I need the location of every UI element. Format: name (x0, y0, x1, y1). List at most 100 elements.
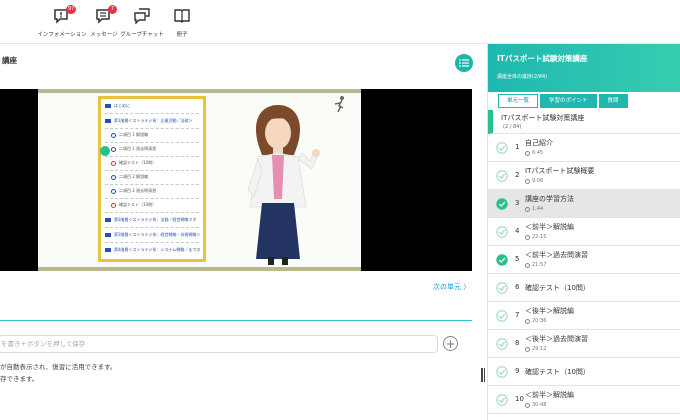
lesson-title: 確認テスト（10問） (525, 284, 590, 292)
check-icon (496, 282, 508, 294)
lesson-item[interactable]: 10 ＜前半＞解説編 30:48 (488, 386, 680, 414)
test-icon (111, 160, 116, 166)
slide-menu-item: 二項目 2 解説編 (111, 174, 148, 180)
check-icon (496, 310, 508, 322)
lesson-duration-value: 9:06 (532, 178, 544, 184)
lesson-item[interactable]: 4 ＜前半＞解説編 22:15 (488, 218, 680, 246)
divider (105, 113, 199, 114)
clock-icon (525, 178, 530, 184)
divider (105, 242, 199, 243)
divider (105, 184, 199, 185)
lesson-number: 8 (515, 339, 520, 347)
lesson-item[interactable]: 9 確認テスト（10問） (488, 358, 680, 386)
lesson-item[interactable]: 1 自己紹介 6:45 (488, 134, 680, 162)
plus-icon: + (445, 336, 456, 351)
memo-input[interactable]: を書き＋ボタンを押して保存 (0, 335, 438, 353)
memo-help-text: が自動表示され、復習に活用できます。 (0, 363, 117, 371)
clock-icon (525, 206, 530, 212)
tab-learning-points[interactable]: 学習のポイント (540, 94, 597, 108)
tab-questions[interactable]: 質問 (598, 94, 628, 108)
slide-top-bar (38, 89, 361, 93)
slide-menu-item: 第4階層＜ストラテジ系：システム戦略／までの (105, 247, 200, 253)
lesson-item[interactable]: 6 確認テスト（10問） (488, 274, 680, 302)
divider (105, 170, 199, 171)
lesson-title: ITパスポート試験概要 (525, 167, 595, 175)
section-header[interactable]: ITパスポート試験対策講座 (2 / 84) (488, 110, 680, 134)
slide-menu-item: 二項目 2 過去問演習 (111, 188, 156, 194)
check-icon (496, 338, 508, 350)
lesson-title: 自己紹介 (525, 139, 553, 147)
divider (105, 128, 199, 129)
section-count: (2 / 84) (503, 124, 522, 130)
section-title: ITパスポート試験対策講座 (501, 114, 585, 122)
panel-resize-handle[interactable] (480, 368, 486, 382)
toolbar-item-book[interactable]: 冊子 (150, 8, 214, 38)
lesson-item[interactable]: 8 ＜後半＞過去問演習 29:12 (488, 330, 680, 358)
course-progress-text: 講座全体の進捗(2/84) (497, 74, 548, 80)
slide-menu-item: 二項目 1 解説編 (111, 132, 148, 138)
clock-icon (525, 234, 530, 240)
course-sidebar: ITパスポート試験対策講座 講座全体の進捗(2/84) 単元一覧 学習のポイント… (487, 44, 680, 420)
add-memo-button[interactable]: + (443, 336, 458, 351)
slide-menu-item: 第3階層＜ストラテジ系：経営戦略・技術戦略＞ (105, 232, 201, 238)
lesson-title: ＜前半＞過去問演習 (525, 251, 588, 259)
lesson-number: 3 (515, 199, 520, 207)
lesson-item[interactable]: 3 講座の学習方法 1:44 (488, 190, 680, 218)
play-icon (111, 146, 116, 152)
lesson-duration-value: 21:57 (532, 262, 547, 268)
check-icon (496, 366, 508, 378)
test-icon (111, 202, 116, 208)
check-icon (496, 254, 508, 266)
lesson-item[interactable]: 5 ＜前半＞過去問演習 21:57 (488, 246, 680, 274)
sidebar-header: ITパスポート試験対策講座 講座全体の進捗(2/84) (488, 44, 680, 92)
lesson-number: 4 (515, 227, 520, 235)
video-slide: はじめに 第1階層＜ストラテジ系：企業活動／法務＞ 二項目 1 解説編 二項目 … (38, 89, 361, 271)
lesson-title: ＜前半＞解説編 (525, 391, 574, 399)
video-player[interactable]: はじめに 第1階層＜ストラテジ系：企業活動／法務＞ 二項目 1 解説編 二項目 … (0, 89, 472, 271)
lesson-duration: 20:36 (525, 318, 546, 324)
tab-unit-list[interactable]: 単元一覧 (498, 94, 539, 108)
lesson-number: 1 (515, 143, 520, 151)
sidebar-course-title: ITパスポート試験対策講座 (497, 54, 588, 63)
next-unit-link[interactable]: 次の単元 〉 (433, 282, 470, 292)
lesson-duration: 21:57 (525, 262, 546, 268)
lesson-duration: 29:12 (525, 346, 546, 352)
slide-bottom-bar (38, 267, 361, 271)
lesson-title: 確認テスト（10問） (525, 368, 590, 376)
toc-toggle-button[interactable] (455, 54, 473, 72)
lesson-duration: 1:44 (525, 206, 543, 212)
slide-menu-item: 確認テスト（10問） (111, 202, 156, 208)
top-toolbar: 97 インフォメーション 7 メッセージ グループチャット 冊子 (0, 0, 680, 44)
lesson-duration: 22:15 (525, 234, 546, 240)
slide-menu-item: 二項目 1 過去問演習 (111, 146, 156, 152)
lesson-number: 6 (515, 283, 520, 291)
check-icon (496, 142, 508, 154)
slide-course-menu: はじめに 第1階層＜ストラテジ系：企業活動／法務＞ 二項目 1 解説編 二項目 … (98, 96, 206, 262)
lesson-number: 5 (515, 255, 520, 263)
check-icon (496, 170, 508, 182)
lesson-item[interactable]: 2 ITパスポート試験概要 9:06 (488, 162, 680, 190)
play-icon (111, 188, 116, 194)
clock-icon (525, 346, 530, 352)
check-icon (496, 226, 508, 238)
divider (0, 320, 472, 321)
lesson-duration-value: 30:48 (532, 402, 547, 408)
lesson-duration-value: 29:12 (532, 346, 547, 352)
lesson-item[interactable]: 7 ＜後半＞解説編 20:36 (488, 302, 680, 330)
lesson-number: 9 (515, 367, 520, 375)
lesson-title: ＜前半＞解説編 (525, 223, 574, 231)
slide-menu-item: はじめに (105, 103, 130, 109)
toolbar-label-book: 冊子 (176, 32, 188, 38)
clock-icon (525, 402, 530, 408)
lesson-number: 10 (515, 395, 524, 403)
lesson-duration: 30:48 (525, 402, 546, 408)
folder-icon (105, 119, 111, 123)
divider (105, 156, 199, 157)
lesson-duration-value: 20:36 (532, 318, 547, 324)
folder-icon (105, 248, 111, 252)
lesson-duration-value: 6:45 (532, 150, 544, 156)
folder-icon (105, 233, 111, 237)
divider (105, 227, 199, 228)
divider (105, 142, 199, 143)
lesson-number: 2 (515, 171, 520, 179)
